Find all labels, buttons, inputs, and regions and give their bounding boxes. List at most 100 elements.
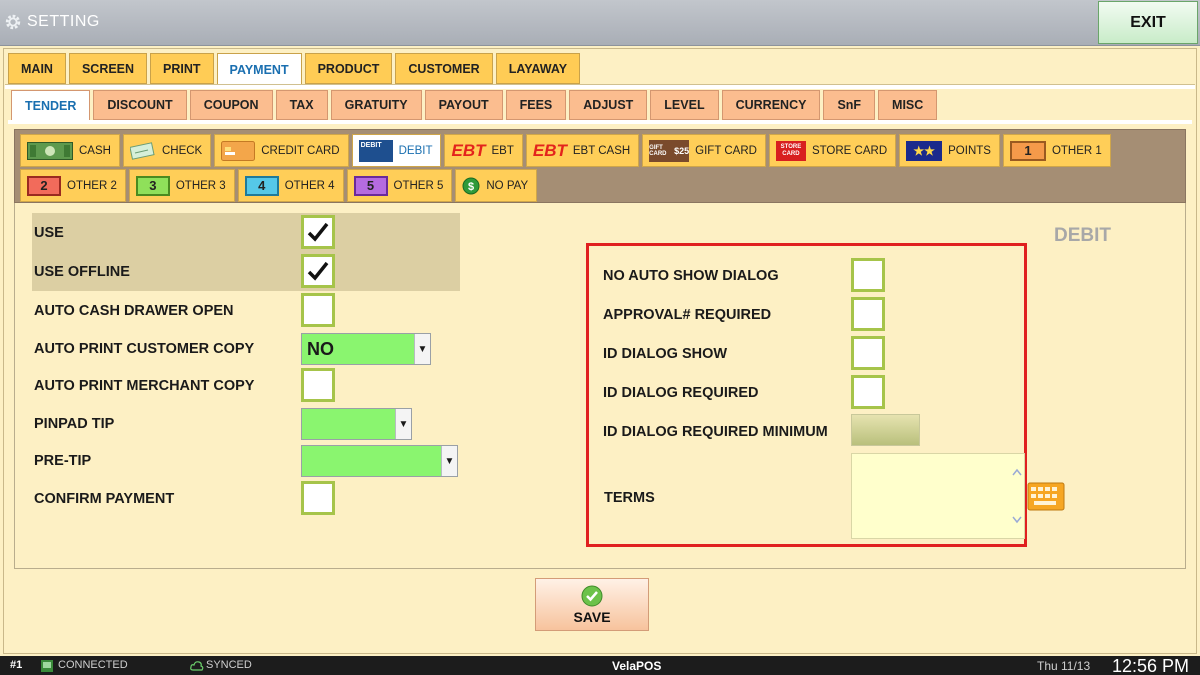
gift-card-icon-amount: $25 [674, 145, 690, 156]
pre-tip-select[interactable]: ▼ [301, 445, 458, 477]
auto-cash-drawer-open-checkbox[interactable] [301, 293, 335, 327]
use-label: USE [34, 225, 64, 241]
auto-print-merchant-copy-label: AUTO PRINT MERCHANT COPY [34, 378, 255, 394]
exit-button[interactable]: EXIT [1098, 1, 1198, 44]
gift-card-icon-text: GIFT CARD [649, 144, 667, 157]
payment-type-gift-card[interactable]: GIFT CARD $25 GIFT CARD [642, 134, 766, 167]
terms-label: TERMS [604, 490, 655, 506]
tab-misc[interactable]: MISC [878, 90, 938, 120]
payment-type-cash[interactable]: CASH [20, 134, 120, 167]
payment-type-label: CASH [79, 144, 111, 157]
use-checkbox[interactable] [301, 215, 335, 249]
no-auto-show-dialog-checkbox[interactable] [851, 258, 885, 292]
payment-type-label: OTHER 5 [393, 179, 444, 192]
tab-print[interactable]: PRINT [150, 53, 214, 84]
id-dialog-show-checkbox[interactable] [851, 336, 885, 370]
ebt-icon: EBT [451, 140, 486, 160]
auto-cash-drawer-open-label: AUTO CASH DRAWER OPEN [34, 303, 234, 319]
payment-type-other-4[interactable]: 4 OTHER 4 [237, 169, 344, 202]
payment-type-row-2: 2 OTHER 2 3 OTHER 3 4 OTHER 4 5 OTHER 5 … [20, 169, 538, 202]
scrollbar[interactable] [1011, 455, 1023, 537]
chevron-down-icon[interactable]: ▼ [395, 409, 411, 439]
status-time: 12:56 PM [1112, 656, 1190, 675]
payment-type-label: OTHER 3 [175, 179, 226, 192]
auto-print-merchant-copy-checkbox[interactable] [301, 368, 335, 402]
tab-payout[interactable]: PAYOUT [424, 90, 503, 120]
no-pay-coin-icon: $ [462, 177, 480, 194]
confirm-payment-label: CONFIRM PAYMENT [34, 491, 175, 507]
payment-type-check[interactable]: CHECK [122, 134, 212, 167]
tab-layaway[interactable]: LAYAWAY [495, 53, 581, 84]
payment-type-ebt-cash[interactable]: EBT EBT CASH [525, 134, 640, 167]
select-value: NO [307, 339, 334, 359]
payment-type-other-3[interactable]: 3 OTHER 3 [128, 169, 235, 202]
chevron-down-icon[interactable]: ▼ [441, 446, 457, 476]
tab-main[interactable]: MAIN [8, 53, 66, 84]
payment-type-panel: CASH CHECK CREDIT CARD DEBIT DEBIT EBT E… [14, 129, 1186, 203]
payment-type-label: OTHER 4 [284, 179, 335, 192]
auto-print-customer-copy-select[interactable]: NO ▼ [301, 333, 431, 365]
tab-payment[interactable]: PAYMENT [216, 53, 302, 86]
no-auto-show-dialog-label: NO AUTO SHOW DIALOG [603, 268, 779, 284]
payment-type-label: CHECK [161, 144, 203, 157]
id-dialog-required-minimum-label: ID DIALOG REQUIRED MINIMUM [603, 424, 828, 440]
payment-type-label: OTHER 1 [1051, 144, 1102, 157]
tab-fees[interactable]: FEES [505, 90, 567, 120]
checkmark-icon [307, 222, 329, 242]
sub-tab-strip [8, 120, 1192, 124]
id-dialog-required-label: ID DIALOG REQUIRED [603, 385, 759, 401]
tab-coupon[interactable]: COUPON [189, 90, 273, 120]
tab-tax[interactable]: TAX [275, 90, 328, 120]
tab-tender[interactable]: TENDER [11, 90, 91, 120]
id-dialog-show-label: ID DIALOG SHOW [603, 346, 728, 362]
tab-gratuity[interactable]: GRATUITY [330, 90, 422, 120]
payment-type-ebt[interactable]: EBT EBT [444, 134, 523, 167]
payment-type-no-pay[interactable]: $ NO PAY [455, 169, 538, 202]
gift-card-icon: GIFT CARD $25 [649, 139, 690, 162]
payment-type-other-1[interactable]: 1 OTHER 1 [1002, 134, 1111, 167]
main-tab-strip [5, 84, 1195, 89]
payment-type-other-2[interactable]: 2 OTHER 2 [20, 169, 126, 202]
approval-required-checkbox[interactable] [851, 297, 885, 331]
window-title: SETTING [27, 13, 100, 30]
points-stars-icon: ★★ [906, 140, 943, 161]
tab-customer[interactable]: CUSTOMER [395, 53, 493, 84]
id-dialog-required-checkbox[interactable] [851, 375, 885, 409]
payment-type-points[interactable]: ★★ POINTS [899, 134, 1000, 167]
network-connected-icon [41, 660, 53, 672]
payment-type-label: STORE CARD [811, 144, 888, 157]
use-offline-checkbox[interactable] [301, 254, 335, 288]
tab-adjust[interactable]: ADJUST [569, 90, 648, 120]
payment-type-debit[interactable]: DEBIT DEBIT [351, 134, 442, 167]
terminal-number: #1 [10, 659, 23, 671]
id-dialog-required-minimum-input[interactable] [851, 414, 920, 446]
status-bar: #1 CONNECTED SYNCED VelaPOS Thu 11/13 12… [0, 656, 1200, 675]
payment-type-label: NO PAY [486, 179, 529, 192]
title-bar: SETTING [0, 0, 1200, 46]
section-title: DEBIT [1054, 225, 1111, 246]
tab-screen[interactable]: SCREEN [68, 53, 148, 84]
main-tabs: MAIN SCREEN PRINT PAYMENT PRODUCT CUSTOM… [8, 53, 581, 86]
keyboard-icon[interactable] [1027, 482, 1065, 511]
confirm-payment-checkbox[interactable] [301, 481, 335, 515]
pinpad-tip-select[interactable]: ▼ [301, 408, 412, 440]
tab-snf[interactable]: SnF [823, 90, 876, 120]
ticket-2-icon: 2 [27, 175, 61, 196]
payment-type-label: EBT [491, 144, 514, 157]
checkmark-icon [307, 261, 329, 281]
check-icon [129, 141, 155, 160]
tab-product[interactable]: PRODUCT [304, 53, 393, 84]
status-date: Thu 11/13 [1037, 659, 1091, 673]
terms-textarea[interactable] [851, 453, 1025, 539]
save-button[interactable]: SAVE [535, 578, 649, 631]
payment-type-credit-card[interactable]: CREDIT CARD [214, 134, 349, 167]
auto-print-customer-copy-label: AUTO PRINT CUSTOMER COPY [34, 341, 255, 357]
tab-level[interactable]: LEVEL [650, 90, 719, 120]
payment-type-other-5[interactable]: 5 OTHER 5 [346, 169, 453, 202]
tab-discount[interactable]: DISCOUNT [93, 90, 187, 120]
brand-name: VelaPOS [612, 659, 662, 673]
tab-currency[interactable]: CURRENCY [721, 90, 821, 120]
chevron-down-icon[interactable]: ▼ [414, 334, 430, 364]
payment-type-store-card[interactable]: STORE CARD STORE CARD [768, 134, 897, 167]
payment-type-label: EBT CASH [572, 144, 631, 157]
